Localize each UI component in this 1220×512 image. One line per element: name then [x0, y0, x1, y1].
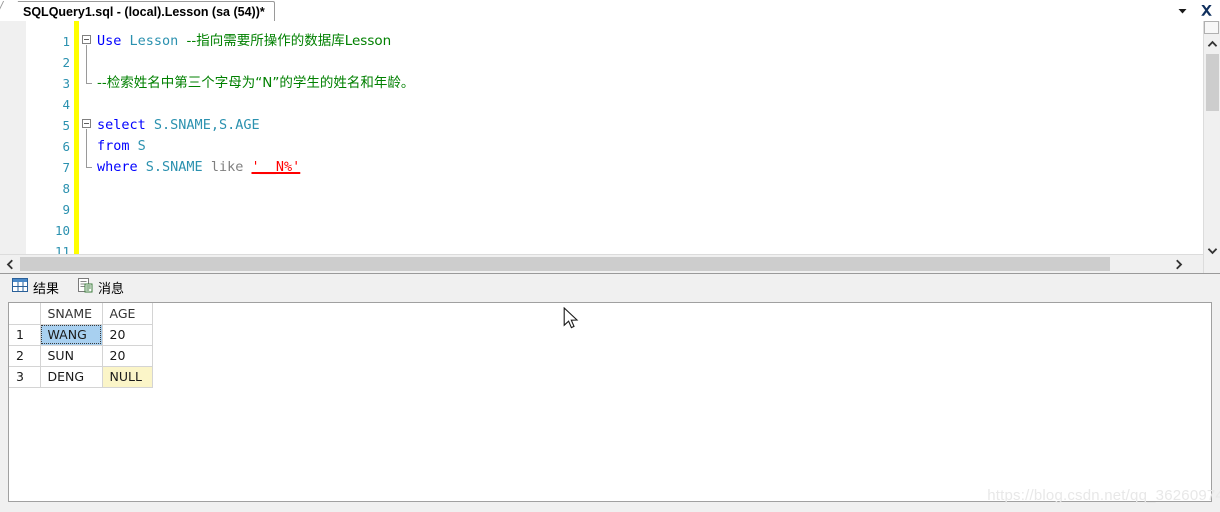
document-titlebar: SQLQuery1.sql - (local).Lesson (sa (54))…	[0, 0, 1220, 22]
code-token: select	[97, 117, 146, 133]
line-number: 8	[62, 181, 70, 196]
tab-messages-label: 消息	[98, 281, 125, 297]
line-number-gutter: 123456789101112	[26, 21, 74, 273]
fold-end-tick	[86, 83, 92, 84]
code-line[interactable]: from S	[97, 136, 146, 157]
code-folding-margin[interactable]	[79, 21, 97, 273]
table-row[interactable]: 2 SUN 20	[9, 345, 153, 367]
results-pane: 结果 消息 SNAME AGE 1 WANG 20 2 SUN 20 3 DEN…	[0, 273, 1220, 512]
window-buttons	[1176, 1, 1214, 20]
code-token: '__N%'	[251, 159, 301, 175]
code-token: where	[97, 159, 138, 175]
horizontal-scroll-thumb[interactable]	[20, 257, 1110, 271]
scroll-right-icon[interactable]	[1170, 255, 1189, 273]
line-number: 3	[62, 76, 70, 91]
fold-end-tick	[86, 167, 92, 168]
cell-sname[interactable]: WANG	[40, 324, 103, 346]
fold-collapse-icon[interactable]	[82, 35, 91, 44]
code-token: S.SNAME,S.AGE	[153, 117, 260, 133]
column-header-sname[interactable]: SNAME	[40, 303, 103, 325]
column-header-rownum[interactable]	[9, 303, 41, 325]
document-tab-label: SQLQuery1.sql - (local).Lesson (sa (54))…	[23, 4, 265, 19]
table-row[interactable]: 1 WANG 20	[9, 324, 153, 346]
code-token: like	[210, 159, 244, 175]
code-token: Lesson	[129, 33, 179, 49]
fold-guide-line	[86, 45, 87, 83]
tab-messages[interactable]: 消息	[73, 276, 128, 299]
scroll-up-icon[interactable]	[1204, 35, 1220, 52]
editor-vertical-scrollbar[interactable]	[1203, 21, 1220, 273]
editor-selection-margin	[0, 21, 27, 273]
table-row[interactable]: 3 DENG NULL	[9, 366, 153, 388]
line-number: 4	[62, 97, 70, 112]
row-header-cell[interactable]: 2	[9, 345, 41, 367]
row-header-cell[interactable]: 1	[9, 324, 41, 346]
scroll-left-icon[interactable]	[0, 255, 19, 273]
results-tabstrip: 结果 消息	[0, 274, 128, 300]
close-icon[interactable]	[1199, 3, 1214, 18]
vertical-scroll-thumb[interactable]	[1206, 54, 1219, 111]
chevron-down-icon[interactable]	[1176, 4, 1189, 17]
code-token: --指向需要所操作的数据库Lesson	[186, 33, 392, 49]
line-number: 6	[62, 139, 70, 154]
code-text-area[interactable]: Use Lesson --指向需要所操作的数据库Lesson --检索姓名中第三个…	[97, 21, 1220, 273]
code-token: S	[137, 138, 146, 154]
code-line[interactable]: select S.SNAME,S.AGE	[97, 115, 260, 136]
code-line[interactable]: where S.SNAME like '__N%'	[97, 157, 300, 178]
column-header-age[interactable]: AGE	[102, 303, 153, 325]
cell-sname[interactable]: DENG	[40, 366, 103, 388]
code-token: S.SNAME	[145, 159, 203, 175]
document-tab[interactable]: SQLQuery1.sql - (local).Lesson (sa (54))…	[6, 1, 275, 21]
cell-age[interactable]: 20	[102, 324, 153, 346]
line-number: 10	[54, 223, 70, 238]
tab-results[interactable]: 结果	[8, 276, 63, 299]
scrollbar-corner-box	[1204, 21, 1219, 34]
cell-sname[interactable]: SUN	[40, 345, 103, 367]
code-line[interactable]: Use Lesson --指向需要所操作的数据库Lesson	[97, 31, 391, 52]
cell-age[interactable]: NULL	[102, 366, 153, 388]
line-number: 2	[62, 55, 70, 70]
grid-icon	[12, 278, 28, 296]
fold-guide-line	[86, 129, 87, 167]
line-number: 9	[62, 202, 70, 217]
scroll-down-icon[interactable]	[1204, 243, 1220, 260]
results-grid[interactable]: SNAME AGE 1 WANG 20 2 SUN 20 3 DENG NULL	[8, 302, 1212, 502]
fold-collapse-icon[interactable]	[82, 119, 91, 128]
code-line[interactable]: --检索姓名中第三个字母为“N”的学生的姓名和年龄。	[97, 73, 414, 94]
editor-horizontal-scrollbar[interactable]	[0, 254, 1203, 273]
cell-age[interactable]: 20	[102, 345, 153, 367]
watermark-text: https://blog.csdn.net/qq_36260974	[987, 487, 1220, 504]
code-token: --检索姓名中第三个字母为“N”的学生的姓名和年龄。	[97, 75, 415, 91]
line-number: 5	[62, 118, 70, 133]
tab-results-label: 结果	[33, 281, 60, 297]
sql-editor[interactable]: 123456789101112 Use Lesson --指向需要所操作的数据库…	[0, 21, 1220, 273]
line-number: 1	[62, 34, 70, 49]
row-header-cell[interactable]: 3	[9, 366, 41, 388]
table-header-row: SNAME AGE	[9, 303, 153, 325]
code-token: from	[97, 138, 130, 154]
message-icon	[77, 277, 93, 297]
line-number: 7	[62, 160, 70, 175]
results-table: SNAME AGE 1 WANG 20 2 SUN 20 3 DENG NULL	[9, 303, 153, 388]
code-token: Use	[97, 33, 122, 49]
